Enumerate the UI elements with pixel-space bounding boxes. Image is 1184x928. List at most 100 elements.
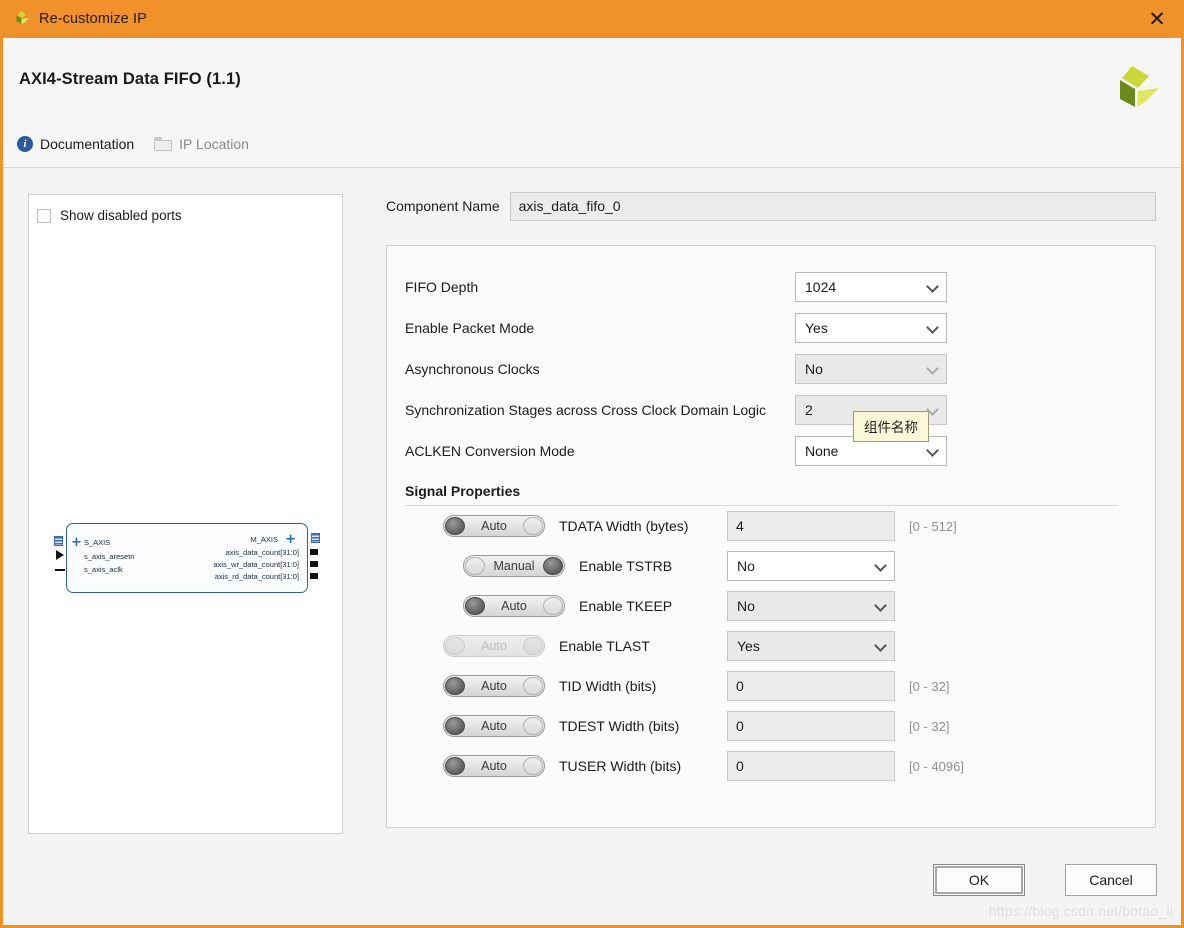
tdest-width-input[interactable] xyxy=(727,711,895,741)
port-label-s-axis-aclk: s_axis_aclk xyxy=(84,565,123,574)
asynchronous-clocks-value: No xyxy=(805,360,823,377)
option-row-fifo-depth: FIFO Depth 1024 xyxy=(405,266,1137,307)
titlebar: Re-customize IP ✕ xyxy=(0,0,1184,38)
enable-tstrb-toggle-label: Manual xyxy=(493,559,535,573)
tid-width-toggle-label: Auto xyxy=(481,679,507,693)
fifo-depth-select[interactable]: 1024 xyxy=(795,271,947,302)
chevron-down-icon xyxy=(874,599,887,612)
tdata-width-range: [0 - 512] xyxy=(909,518,957,534)
xilinx-logo xyxy=(1105,62,1161,118)
ip-options-box: FIFO Depth 1024 Enable Packet Mode Yes A… xyxy=(386,245,1156,828)
tuser-width-input[interactable] xyxy=(727,751,895,781)
enable-tstrb-value: No xyxy=(737,558,755,574)
chevron-down-icon xyxy=(926,443,939,457)
re-customize-ip-dialog: Re-customize IP ✕ AXI4-Stream Data FIFO … xyxy=(0,0,1184,928)
ip-block-diagram: + S_AXIS s_axis_aresetn s_axis_aclk M_AX… xyxy=(54,523,320,593)
expand-s-axis-icon[interactable]: + xyxy=(71,536,82,549)
chevron-down-icon xyxy=(874,639,887,652)
close-icon[interactable]: ✕ xyxy=(1144,7,1170,31)
toggle-knob-icon xyxy=(445,677,465,695)
component-name-row: Component Name xyxy=(386,191,1156,221)
toggle-knob-ghost-icon xyxy=(523,677,543,695)
tid-width-range: [0 - 32] xyxy=(909,678,950,694)
tdest-width-auto-toggle[interactable]: Auto xyxy=(443,715,545,737)
option-row-aclken-conversion-mode: ACLKEN Conversion Mode None xyxy=(405,430,1137,471)
pin-axis-rd-data-count xyxy=(310,573,318,579)
signal-label-enable-tlast: Enable TLAST xyxy=(559,638,650,654)
documentation-link[interactable]: i Documentation xyxy=(17,136,134,152)
option-row-asynchronous-clocks: Asynchronous Clocks No xyxy=(405,348,1137,389)
tuser-width-toggle-label: Auto xyxy=(481,759,507,773)
cancel-button[interactable]: Cancel xyxy=(1065,864,1157,896)
info-icon: i xyxy=(17,136,33,152)
signal-label-tdata-width: TDATA Width (bytes) xyxy=(559,518,689,534)
synchronization-stages-value: 2 xyxy=(805,401,813,418)
port-label-m-axis: M_AXIS xyxy=(250,535,278,544)
enable-tkeep-select: No xyxy=(727,591,895,621)
option-label-synchronization-stages: Synchronization Stages across Cross Cloc… xyxy=(405,401,767,418)
titlebar-title: Re-customize IP xyxy=(39,11,147,27)
toggle-knob-ghost-icon xyxy=(523,717,543,735)
option-row-synchronization-stages: Synchronization Stages across Cross Cloc… xyxy=(405,389,1137,430)
tdest-width-toggle-label: Auto xyxy=(481,719,507,733)
signal-label-enable-tstrb: Enable TSTRB xyxy=(579,558,673,574)
signal-row-enable-tkeep: Auto Enable TKEEP No xyxy=(405,586,1137,626)
aclken-conversion-mode-value: None xyxy=(805,442,839,459)
enable-tkeep-value: No xyxy=(737,598,755,614)
tdata-width-toggle-label: Auto xyxy=(481,519,507,533)
signal-row-tid-width: Auto TID Width (bits) [0 - 32] xyxy=(405,666,1137,706)
documentation-link-label: Documentation xyxy=(40,136,135,152)
tid-width-auto-toggle[interactable]: Auto xyxy=(443,675,545,697)
bus-stub-m-axis xyxy=(311,533,320,543)
pin-axis-data-count xyxy=(310,549,318,555)
enable-tkeep-auto-toggle[interactable]: Auto xyxy=(463,595,565,617)
enable-tstrb-manual-toggle[interactable]: Manual xyxy=(463,555,565,577)
fifo-depth-value: 1024 xyxy=(805,278,837,295)
enable-tlast-auto-toggle: Auto xyxy=(443,635,545,657)
show-disabled-ports-label: Show disabled ports xyxy=(60,208,182,223)
header-linkbar: i Documentation IP Location xyxy=(17,136,249,152)
tuser-width-auto-toggle[interactable]: Auto xyxy=(443,755,545,777)
signal-label-tuser-width: TUSER Width (bits) xyxy=(559,758,682,774)
show-disabled-ports-row[interactable]: Show disabled ports xyxy=(37,208,182,223)
tdata-width-auto-toggle[interactable]: Auto xyxy=(443,515,545,537)
port-label-axis-wr-data-count: axis_wr_data_count[31:0] xyxy=(213,560,299,569)
chevron-down-icon xyxy=(926,320,939,334)
toggle-knob-ghost-icon xyxy=(523,757,543,775)
enable-packet-mode-value: Yes xyxy=(805,319,828,336)
toggle-knob-icon xyxy=(465,557,485,575)
toggle-knob-icon xyxy=(445,517,465,535)
enable-packet-mode-select[interactable]: Yes xyxy=(795,312,947,343)
option-row-enable-packet-mode: Enable Packet Mode Yes xyxy=(405,307,1137,348)
enable-tlast-select: Yes xyxy=(727,631,895,661)
show-disabled-ports-checkbox[interactable] xyxy=(37,208,51,223)
enable-tlast-value: Yes xyxy=(737,638,760,654)
toggle-knob-ghost-icon xyxy=(543,597,563,615)
component-name-input[interactable] xyxy=(509,191,1156,221)
port-label-s-axis: S_AXIS xyxy=(84,538,111,547)
enable-tstrb-select[interactable]: No xyxy=(727,551,895,581)
ok-button[interactable]: OK xyxy=(933,864,1025,896)
option-label-asynchronous-clocks: Asynchronous Clocks xyxy=(405,360,540,377)
ip-location-link-label: IP Location xyxy=(179,136,249,152)
signal-row-tdata-width: Auto TDATA Width (bytes) [0 - 512] xyxy=(405,506,1137,546)
chevron-down-icon xyxy=(926,279,939,293)
xilinx-logo-icon xyxy=(12,10,30,28)
enable-tlast-toggle-label: Auto xyxy=(481,639,507,653)
ip-location-link[interactable]: IP Location xyxy=(154,136,249,152)
enable-tkeep-toggle-label: Auto xyxy=(501,599,527,613)
port-label-s-axis-aresetn: s_axis_aresetn xyxy=(84,552,135,561)
dialog-body: Show disabled ports + S_AXIS s_axis_ares… xyxy=(3,169,1181,855)
toggle-knob-ghost-icon xyxy=(523,637,543,655)
signal-row-tuser-width: Auto TUSER Width (bits) [0 - 4096] xyxy=(405,746,1137,786)
chevron-down-icon xyxy=(926,361,939,375)
watermark: https://blog.csdn.net/botao_li xyxy=(988,903,1173,919)
tid-width-input[interactable] xyxy=(727,671,895,701)
signal-row-enable-tlast: Auto Enable TLAST Yes xyxy=(405,626,1137,666)
pin-axis-wr-data-count xyxy=(310,561,318,567)
pin-clock xyxy=(55,569,65,571)
expand-m-axis-icon[interactable]: + xyxy=(285,533,296,546)
component-name-label: Component Name xyxy=(386,198,500,214)
tdata-width-input[interactable] xyxy=(727,511,895,541)
toggle-knob-ghost-icon xyxy=(523,517,543,535)
